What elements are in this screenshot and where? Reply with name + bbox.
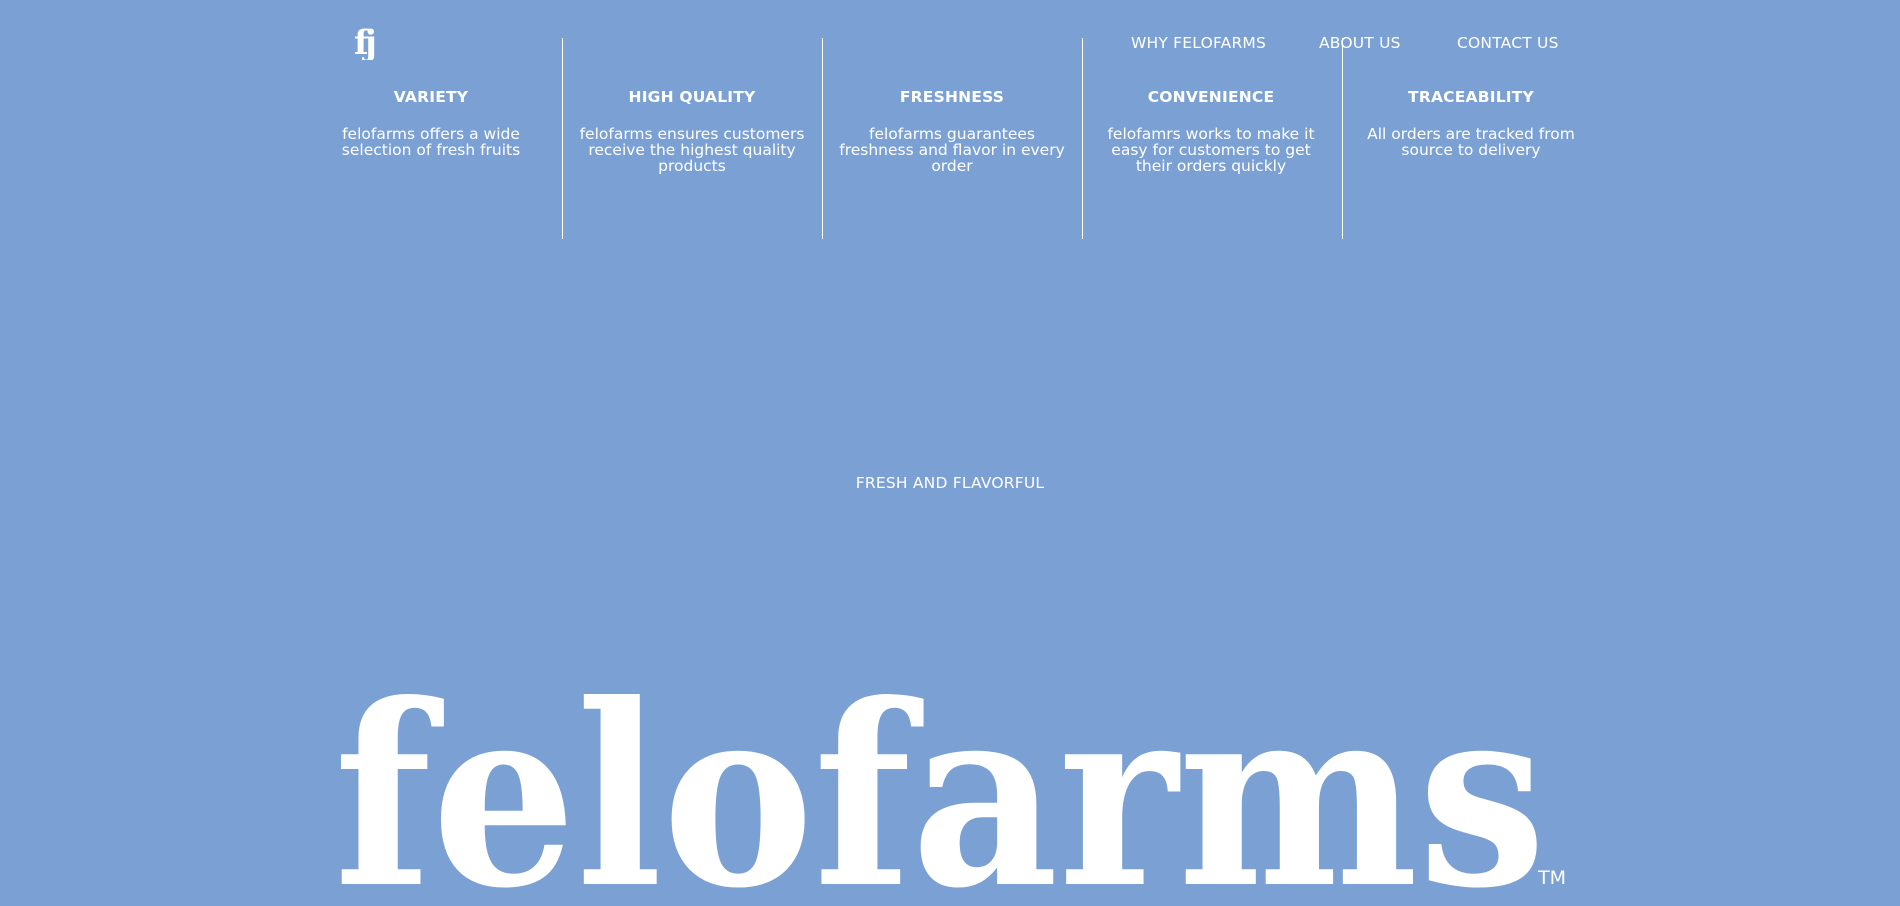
feature-high-quality: HIGH QUALITY felofarms ensures customers…: [577, 88, 807, 174]
nav-about-us[interactable]: ABOUT US: [1319, 34, 1401, 52]
main-nav: WHY FELOFARMS ABOUT US CONTACT US: [0, 34, 1900, 54]
wordmark-text: felofarms: [334, 658, 1546, 906]
feature-convenience: CONVENIENCE felofamrs works to make it e…: [1096, 88, 1326, 174]
feature-description: All orders are tracked from source to de…: [1367, 125, 1575, 159]
feature-traceability: TRACEABILITY All orders are tracked from…: [1356, 88, 1586, 158]
feature-title: HIGH QUALITY: [628, 88, 756, 106]
hero-tagline: FRESH AND FLAVORFUL: [855, 474, 1045, 492]
feature-description: felofarms ensures customers receive the …: [579, 125, 805, 175]
feature-description: felofarms offers a wide selection of fre…: [341, 125, 521, 159]
feature-title: FRESHNESS: [899, 88, 1005, 106]
feature-freshness: FRESHNESS felofarms guarantees freshness…: [837, 88, 1067, 174]
feature-title: VARIETY: [393, 88, 469, 106]
column-divider: [822, 38, 823, 239]
column-divider: [1342, 38, 1343, 239]
feature-variety: VARIETY felofarms offers a wide selectio…: [316, 88, 546, 158]
felofarms-wordmark: felofarms TM: [334, 658, 1566, 906]
feature-description: felofamrs works to make it easy for cust…: [1107, 125, 1315, 175]
feature-description: felofarms guarantees freshness and flavo…: [839, 125, 1065, 175]
trademark-symbol: TM: [1537, 867, 1566, 889]
feature-title: TRACEABILITY: [1408, 88, 1534, 106]
column-divider: [1082, 38, 1083, 239]
column-divider: [562, 38, 563, 239]
nav-why-felofarms[interactable]: WHY FELOFARMS: [1131, 34, 1266, 52]
nav-contact-us[interactable]: CONTACT US: [1457, 34, 1559, 52]
feature-title: CONVENIENCE: [1147, 88, 1275, 106]
